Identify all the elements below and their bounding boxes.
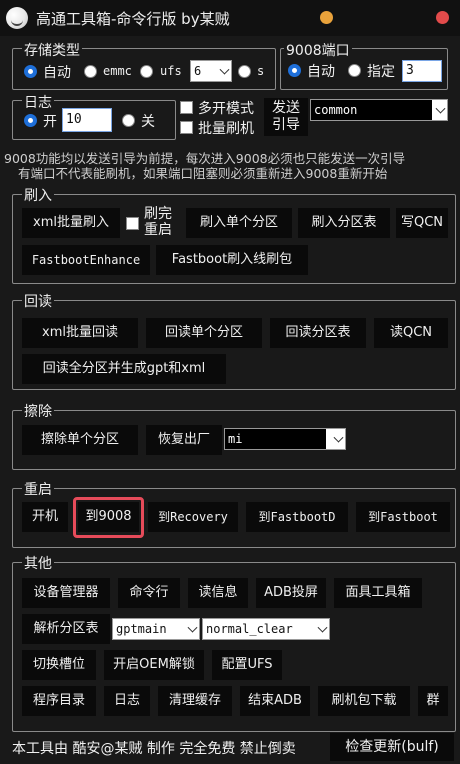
send-guide-line2: 引导 [272, 117, 300, 133]
notice-line-2: 有端口不代表能刷机，如果端口阻塞则必须重新进入9008重新开始 [18, 166, 388, 181]
readback-partition-table-button[interactable]: 回读分区表 [270, 318, 366, 348]
flash-label: 刷入 [22, 185, 54, 205]
parse-partition-button[interactable]: 解析分区表 [22, 614, 110, 644]
storage-s-radio[interactable] [238, 65, 251, 78]
write-qcn-button[interactable]: 写QCN [396, 208, 448, 238]
lun-select-value: 6 [194, 64, 202, 78]
chevron-down-icon [317, 622, 328, 633]
window-title: 高通工具箱-命令行版 by某贼 [36, 10, 230, 28]
storage-emmc-radio[interactable] [84, 65, 97, 78]
send-guide-button[interactable]: 发送 引导 [264, 98, 308, 136]
erase-single-partition-button[interactable]: 擦除单个分区 [22, 425, 138, 455]
readback-label: 回读 [22, 291, 54, 311]
flash-partition-table-button[interactable]: 刷入分区表 [298, 208, 390, 238]
oem-unlock-button[interactable]: 开启OEM解锁 [104, 650, 204, 680]
app-logo-icon [6, 7, 28, 29]
multi-mode-checkbox[interactable] [180, 101, 193, 114]
log-off-radio[interactable] [122, 114, 135, 127]
port-auto-label: 自动 [307, 64, 335, 80]
reboot-after-flash-label: 刷完 重启 [144, 206, 172, 238]
chevron-down-icon [333, 432, 344, 443]
rom-download-button[interactable]: 刷机包下载 [318, 686, 410, 716]
brand-select[interactable]: mi [224, 428, 346, 450]
check-update-button[interactable]: 检查更新(bulf) [330, 733, 454, 761]
storage-auto-label: 自动 [43, 65, 71, 81]
port-specify-radio[interactable] [348, 64, 361, 77]
erase-label: 擦除 [22, 401, 54, 421]
factory-reset-button[interactable]: 恢复出厂 [146, 425, 222, 455]
reboot-label: 重启 [22, 479, 54, 499]
mode-select[interactable]: normal_clear [202, 618, 330, 640]
reboot-after-line2: 重启 [144, 222, 172, 238]
chevron-down-icon [435, 103, 446, 114]
reboot-to-9008-button[interactable]: 到9008 [78, 502, 139, 532]
storage-s-label: s [257, 64, 265, 78]
fastboot-enhance-button[interactable]: FastbootEnhance [22, 245, 150, 275]
close-button[interactable] [436, 11, 449, 24]
multi-mode-label: 多开模式 [198, 101, 254, 117]
clear-cache-button[interactable]: 清理缓存 [158, 686, 232, 716]
gpt-select-value: gptmain [116, 622, 167, 636]
mask-toolbox-button[interactable]: 面具工具箱 [334, 578, 422, 608]
lun-select[interactable]: 6 [190, 60, 232, 82]
read-info-button[interactable]: 读信息 [188, 578, 248, 608]
storage-ufs-radio[interactable] [140, 65, 153, 78]
batch-flash-checkbox[interactable] [180, 121, 193, 134]
reboot-after-flash-checkbox[interactable] [126, 217, 139, 230]
flash-single-partition-button[interactable]: 刷入单个分区 [186, 208, 292, 238]
reboot-to-fastboot-button[interactable]: 到Fastboot [356, 502, 450, 532]
adb-screen-button[interactable]: ADB投屏 [256, 578, 326, 608]
log-off-label: 关 [141, 114, 155, 130]
storage-type-label: 存储类型 [22, 40, 82, 60]
log-on-label: 开 [43, 114, 57, 130]
log-level-input[interactable]: 10 [62, 108, 112, 132]
port-specify-label: 指定 [367, 64, 395, 80]
xml-batch-readback-button[interactable]: xml批量回读 [22, 318, 138, 348]
power-on-button[interactable]: 开机 [22, 502, 68, 532]
guide-select-value: common [311, 100, 432, 120]
minimize-button[interactable] [320, 11, 333, 24]
log-button[interactable]: 日志 [104, 686, 150, 716]
port-auto-radio[interactable] [288, 64, 301, 77]
device-manager-button[interactable]: 设备管理器 [22, 578, 110, 608]
storage-emmc-label: emmc [103, 64, 132, 78]
log-on-radio[interactable] [24, 114, 37, 127]
read-qcn-button[interactable]: 读QCN [374, 318, 448, 348]
brand-select-value: mi [225, 429, 326, 449]
config-ufs-button[interactable]: 配置UFS [212, 650, 282, 680]
readback-single-partition-button[interactable]: 回读单个分区 [146, 318, 262, 348]
fastboot-line-flash-button[interactable]: Fastboot刷入线刷包 [156, 245, 308, 275]
port-9008-label: 9008端口 [284, 40, 352, 60]
credit-text: 本工具由 酷安@某贼 制作 完全免费 禁止倒卖 [12, 741, 296, 757]
log-label: 日志 [22, 92, 54, 112]
readback-all-gpt-button[interactable]: 回读全分区并生成gpt和xml [22, 354, 226, 384]
batch-flash-label: 批量刷机 [198, 121, 254, 137]
send-guide-line1: 发送 [272, 100, 300, 116]
port-number-input[interactable]: 3 [402, 60, 442, 82]
other-label: 其他 [22, 553, 54, 573]
cmd-button[interactable]: 命令行 [118, 578, 180, 608]
reboot-after-line1: 刷完 [144, 206, 172, 222]
mode-select-value: normal_clear [206, 622, 293, 636]
group-button[interactable]: 群 [418, 686, 448, 716]
guide-select[interactable]: common [310, 99, 448, 121]
program-dir-button[interactable]: 程序目录 [22, 686, 96, 716]
kill-adb-button[interactable]: 结束ADB [240, 686, 310, 716]
switch-slot-button[interactable]: 切换槽位 [22, 650, 96, 680]
chevron-down-icon [187, 622, 198, 633]
title-bar[interactable]: 高通工具箱-命令行版 by某贼 [0, 0, 460, 36]
reboot-to-recovery-button[interactable]: 到Recovery [148, 502, 238, 532]
xml-batch-flash-button[interactable]: xml批量刷入 [22, 208, 120, 238]
reboot-to-fastbootd-button[interactable]: 到FastbootD [246, 502, 348, 532]
storage-auto-radio[interactable] [24, 65, 37, 78]
chevron-down-icon [219, 64, 230, 75]
storage-ufs-label: ufs [160, 64, 182, 78]
gpt-select[interactable]: gptmain [112, 618, 200, 640]
